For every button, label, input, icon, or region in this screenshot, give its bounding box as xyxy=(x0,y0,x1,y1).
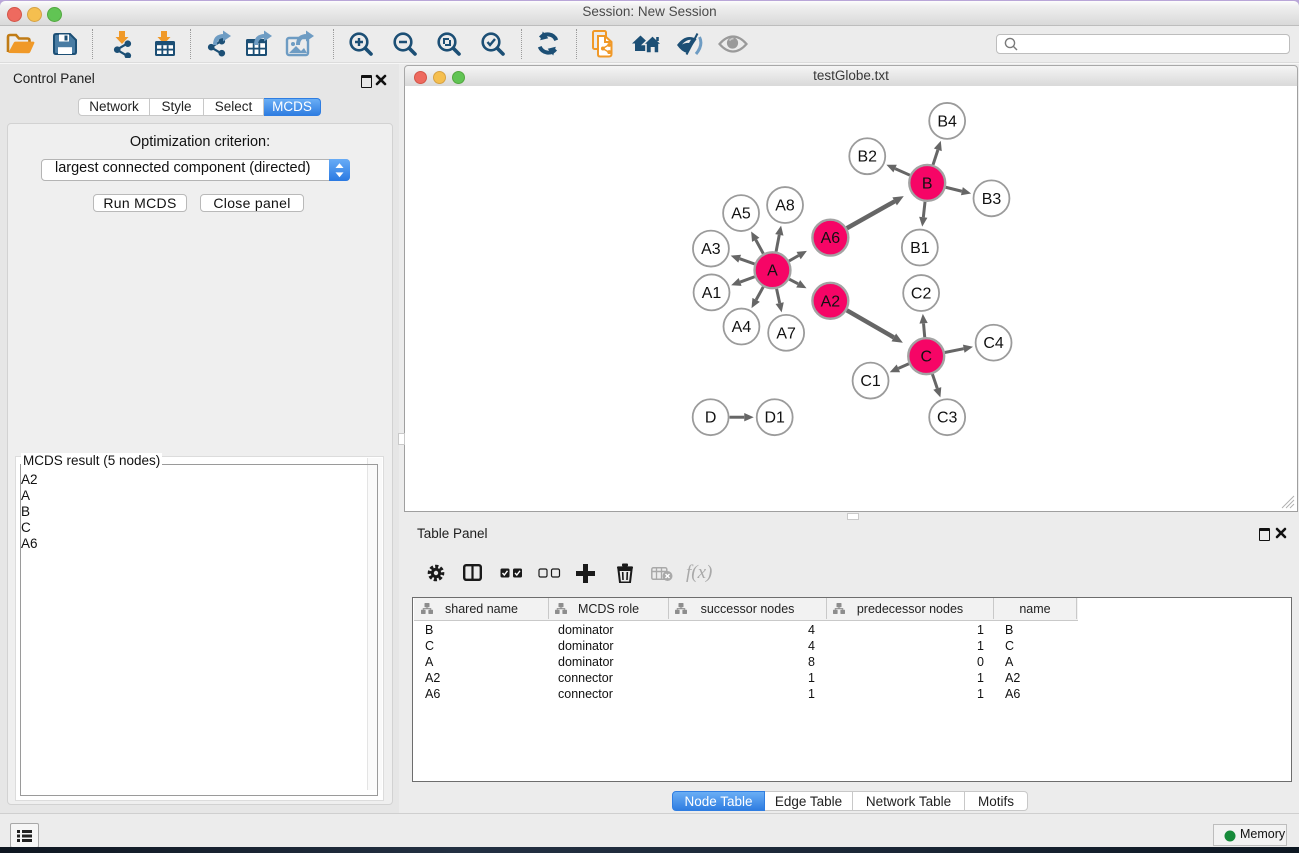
svg-text:A3: A3 xyxy=(701,241,721,258)
svg-text:A2: A2 xyxy=(821,293,841,310)
svg-text:D1: D1 xyxy=(764,410,785,427)
svg-text:A: A xyxy=(767,263,778,280)
svg-text:A1: A1 xyxy=(702,285,722,302)
svg-text:A7: A7 xyxy=(776,325,796,342)
svg-text:C1: C1 xyxy=(860,373,881,390)
svg-text:A5: A5 xyxy=(731,206,751,223)
svg-text:B: B xyxy=(922,175,933,192)
svg-text:A8: A8 xyxy=(775,198,795,215)
svg-text:B1: B1 xyxy=(910,240,930,257)
svg-text:D: D xyxy=(705,410,717,427)
svg-text:B4: B4 xyxy=(937,113,957,130)
svg-text:C4: C4 xyxy=(983,335,1004,352)
svg-text:A6: A6 xyxy=(821,230,841,247)
svg-text:C: C xyxy=(920,349,932,366)
svg-text:A4: A4 xyxy=(732,319,752,336)
svg-text:C3: C3 xyxy=(937,410,958,427)
svg-text:C2: C2 xyxy=(911,286,932,303)
svg-text:B2: B2 xyxy=(858,149,878,166)
svg-text:B3: B3 xyxy=(982,191,1002,208)
